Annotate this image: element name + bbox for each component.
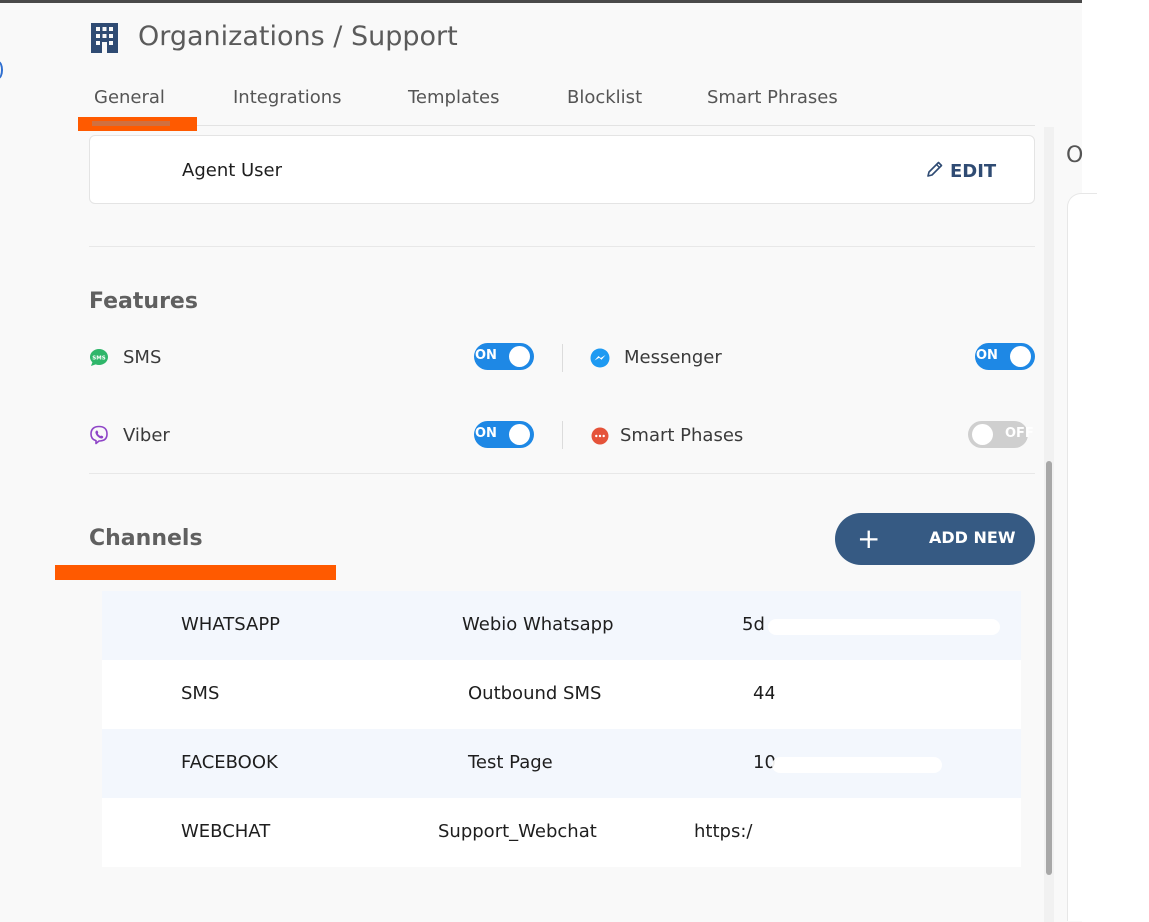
edge-indicator [0, 61, 3, 79]
channel-row[interactable]: WEBCHAT Support_Webchat https:/ [102, 798, 1021, 867]
channel-name: Support_Webchat [438, 821, 597, 842]
section-divider [89, 246, 1035, 247]
right-panel-card [1067, 193, 1097, 921]
toggle-knob [509, 424, 530, 445]
add-new-label: ADD NEW [929, 528, 1016, 547]
channel-id-text: 5d [742, 614, 765, 635]
edit-label: EDIT [950, 160, 997, 182]
tab-blocklist[interactable]: Blocklist [567, 87, 642, 108]
channel-name: Webio Whatsapp [462, 614, 614, 635]
tabs-divider [80, 125, 1035, 126]
channel-row[interactable]: SMS Outbound SMS 44 [102, 660, 1021, 729]
viber-icon [89, 425, 109, 445]
channels-title: Channels [89, 526, 203, 551]
channels-title-underline [55, 565, 336, 580]
feature-label-messenger: Messenger [624, 347, 722, 368]
feature-label-smart-phases: Smart Phases [620, 425, 744, 446]
features-title: Features [89, 289, 198, 314]
right-panel-heading: O [1066, 143, 1084, 168]
redaction-mask [774, 689, 886, 705]
channel-type: SMS [181, 683, 220, 704]
edit-button[interactable]: EDIT [926, 157, 996, 185]
redaction-mask [768, 619, 1000, 635]
toggle-state: ON [976, 348, 998, 363]
scrollbar-thumb[interactable] [1046, 461, 1052, 875]
section-divider [89, 473, 1035, 474]
sms-icon: SMS [89, 348, 109, 368]
pencil-icon [926, 160, 944, 183]
channel-row[interactable]: WHATSAPP Webio Whatsapp 5d [102, 591, 1021, 660]
agent-name: Agent User [182, 160, 283, 181]
add-new-button[interactable]: + ADD NEW [835, 513, 1035, 565]
app-window: Organizations / Support General Integrat… [0, 0, 1097, 922]
toggle-state: OFF [1005, 426, 1034, 441]
building-icon [91, 23, 118, 53]
sms-toggle[interactable]: ON [474, 343, 534, 370]
feature-separator [562, 344, 563, 372]
messenger-toggle[interactable]: ON [975, 343, 1035, 370]
channel-type: WHATSAPP [181, 614, 281, 635]
svg-text:SMS: SMS [92, 356, 105, 362]
messenger-icon [590, 348, 610, 368]
channel-name: Outbound SMS [468, 683, 602, 704]
toggle-state: ON [475, 348, 497, 363]
tab-templates[interactable]: Templates [408, 87, 500, 108]
smart-phases-toggle[interactable]: OFF [968, 421, 1034, 448]
channel-name: Test Page [468, 752, 553, 773]
feature-label-sms: SMS [123, 347, 162, 368]
channel-id-text: https:/ [694, 821, 753, 842]
channel-id-text: 44 [753, 683, 776, 704]
toggle-knob [1010, 346, 1031, 367]
tab-integrations[interactable]: Integrations [233, 87, 342, 108]
channel-id: https:/ [694, 821, 1004, 845]
channel-type: WEBCHAT [181, 821, 271, 842]
toggle-knob [972, 424, 993, 445]
agent-card: Agent User EDIT [89, 135, 1035, 204]
channel-row[interactable]: FACEBOOK Test Page 10 [102, 729, 1021, 798]
redaction-mask [772, 757, 942, 773]
tab-general[interactable]: General [94, 87, 165, 108]
toggle-state: ON [475, 426, 497, 441]
feature-separator [562, 421, 563, 449]
toggle-knob [509, 346, 530, 367]
feature-label-viber: Viber [123, 425, 170, 446]
viber-toggle[interactable]: ON [474, 421, 534, 448]
channel-type: FACEBOOK [181, 752, 278, 773]
plus-icon: + [857, 522, 881, 555]
tab-smart-phrases[interactable]: Smart Phrases [707, 87, 838, 108]
active-tab-indicator-inner [92, 121, 170, 126]
page-title: Organizations / Support [138, 21, 458, 52]
smart-phases-icon [590, 427, 610, 447]
